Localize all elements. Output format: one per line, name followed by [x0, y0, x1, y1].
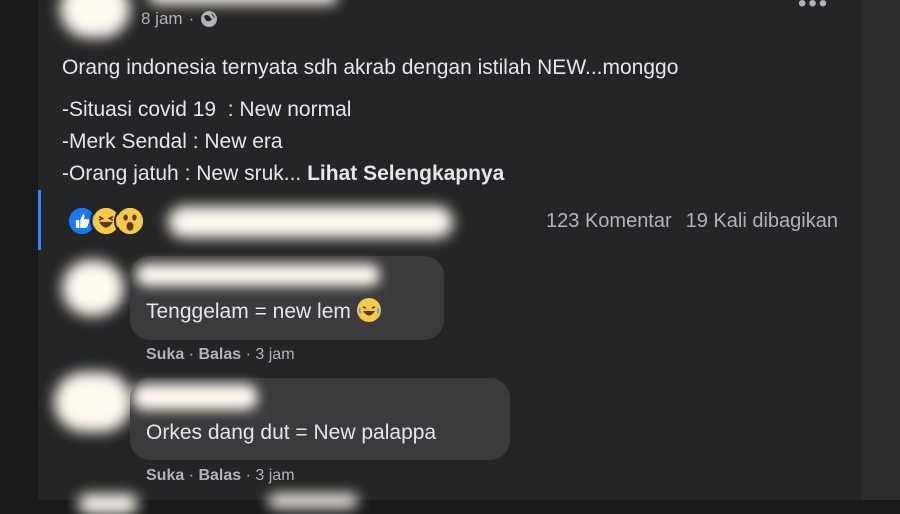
author-name[interactable]	[148, 0, 338, 4]
engagement-stats: 123 Komentar 19 Kali dibagikan	[546, 210, 838, 233]
meta-separator: ·	[188, 9, 195, 28]
commenter-2-name[interactable]	[132, 384, 258, 410]
commenter-1-avatar[interactable]	[62, 260, 124, 316]
scroll-gutter	[862, 0, 900, 500]
post-line-2: -Situasi covid 19 : New normal	[62, 98, 352, 121]
globe-icon[interactable]	[200, 10, 218, 28]
author-avatar[interactable]	[60, 0, 130, 38]
comment-1-reply-button[interactable]: Balas	[198, 346, 241, 363]
comments-count[interactable]: 123 Komentar	[546, 210, 672, 233]
shares-count[interactable]: 19 Kali dibagikan	[686, 210, 838, 233]
comment-1-text: Tenggelam = new lem	[146, 298, 381, 324]
comment-2-like-button[interactable]: Suka	[146, 467, 184, 484]
commenter-3-name[interactable]	[268, 494, 358, 508]
comment-2-text: Orkes dang dut = New palappa	[146, 421, 437, 444]
comment-1-time[interactable]: 3 jam	[255, 346, 294, 363]
comment-2-actions: Suka · Balas · 3 jam	[146, 467, 295, 484]
post-card: 8 jam · ••• Orang indonesia ternyata sdh…	[38, 0, 862, 514]
commenter-2-avatar[interactable]	[54, 372, 132, 432]
post-time[interactable]: 8 jam	[141, 9, 183, 29]
commenter-1-name[interactable]	[136, 264, 380, 286]
laughing-emoji-icon	[356, 298, 381, 322]
reactor-names[interactable]	[168, 206, 453, 238]
wow-icon	[114, 205, 146, 237]
commenter-3-avatar[interactable]	[78, 494, 138, 514]
more-options-icon[interactable]: •••	[798, 0, 829, 18]
comment-2-time[interactable]: 3 jam	[255, 467, 294, 484]
comment-1-actions: Suka · Balas · 3 jam	[146, 346, 295, 363]
comment-1-like-button[interactable]: Suka	[146, 346, 184, 363]
post-line-4-text: -Orang jatuh : New sruk...	[62, 162, 308, 185]
comment-2-bubble	[130, 378, 510, 460]
active-indicator	[38, 190, 41, 250]
post-meta: 8 jam ·	[141, 9, 218, 29]
comment-1-content: Tenggelam = new lem	[146, 300, 351, 323]
see-more-link[interactable]: Lihat Selengkapnya	[307, 162, 504, 185]
post-line-1: Orang indonesia ternyata sdh akrab denga…	[62, 56, 679, 79]
post-line-3: -Merk Sendal : New era	[62, 130, 283, 153]
post-line-4: -Orang jatuh : New sruk... Lihat Selengk…	[62, 162, 504, 186]
comment-2-reply-button[interactable]: Balas	[198, 467, 241, 484]
